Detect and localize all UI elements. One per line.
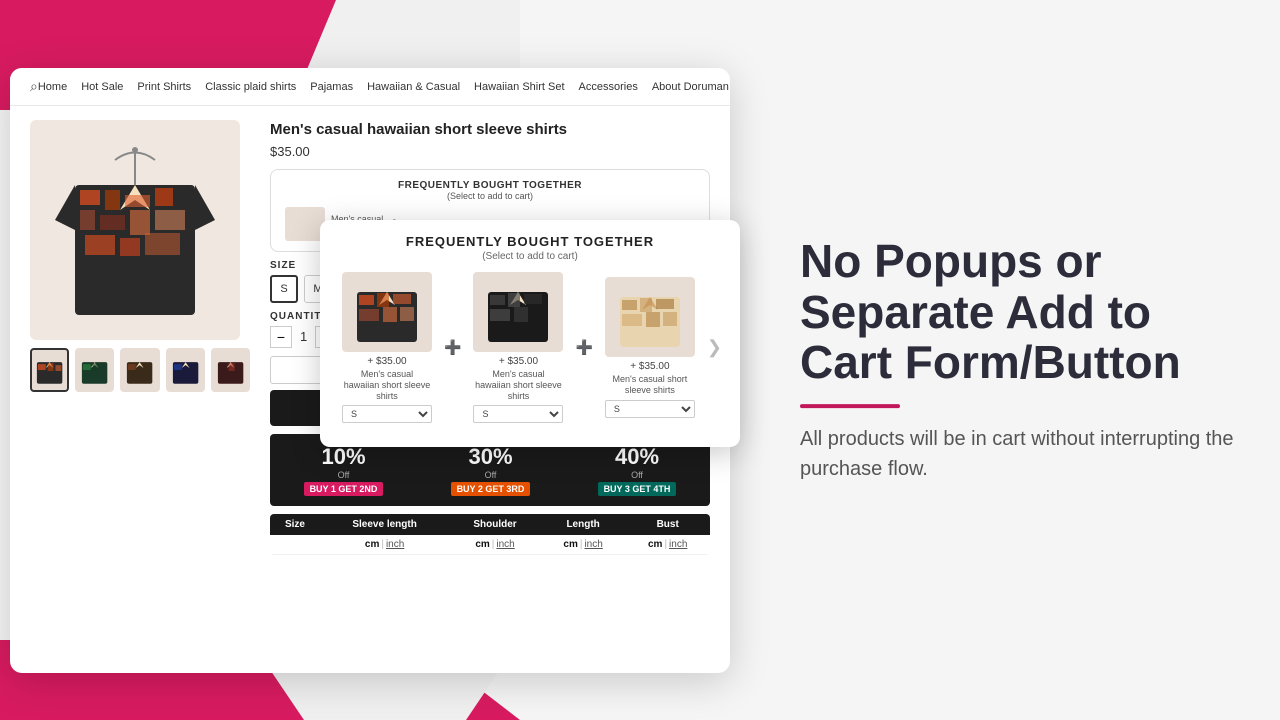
product-price: $35.00 (270, 144, 710, 159)
discount-pct-1: 10% (321, 444, 365, 470)
headline-line1: No Popups or (800, 235, 1102, 287)
fbt-product-name-1: Men's casual hawaiian short sleeve shirt… (342, 369, 432, 401)
fbt-product-size-1[interactable]: SMLXL (342, 405, 432, 423)
fbt-products-row: + $35.00 Men's casual hawaiian short sle… (336, 272, 724, 423)
size-chart-unit-row: cm|inch cm|inch cm|inch cm|inch (270, 535, 710, 555)
fbt-popup-subtitle: (Select to add to cart) (336, 251, 724, 262)
headline-line3: Cart Form/Button (800, 336, 1181, 388)
discount-tag-2: BUY 2 GET 3RD (451, 482, 531, 496)
fbt-back-title: FREQUENTLY BOUGHT TOGETHER (285, 180, 695, 191)
fbt-shirt-1 (347, 277, 427, 347)
discount-tag-1: BUY 1 GET 2ND (304, 482, 384, 496)
discount-pct-2: 30% (468, 444, 512, 470)
inch-link-bust[interactable]: inch (669, 539, 687, 550)
fbt-product-img-2 (473, 272, 563, 352)
fbt-back-subtitle: (Select to add to cart) (285, 191, 695, 201)
quantity-value: 1 (300, 329, 307, 344)
size-chart-unit-empty (270, 535, 320, 555)
main-product-image (30, 120, 240, 340)
fbt-shirt-3 (610, 282, 690, 352)
discount-tag-3: BUY 3 GET 4TH (598, 482, 677, 496)
thumb-2[interactable] (75, 348, 114, 392)
headline: No Popups or Separate Add to Cart Form/B… (800, 236, 1240, 388)
thumb-shirt-3 (122, 352, 157, 388)
fbt-product-size-3[interactable]: SMLXL (605, 400, 695, 418)
size-chart-col-bust: Bust (625, 514, 710, 535)
discount-item-2: 30% Off BUY 2 GET 3RD (443, 440, 539, 500)
quantity-decrease[interactable]: − (270, 326, 292, 348)
discount-off-1: Off (338, 470, 350, 480)
size-chart-unit-bust: cm|inch (625, 535, 710, 555)
fbt-product-img-1 (342, 272, 432, 352)
size-chart-col-sleeve: Sleeve length (320, 514, 449, 535)
fbt-product-price-1: + $35.00 (367, 356, 406, 367)
nav-bar: ⌕ Home Hot Sale Print Shirts Classic pla… (10, 68, 730, 106)
thumb-1[interactable] (30, 348, 69, 392)
size-s[interactable]: S (270, 275, 298, 303)
discount-item-3: 40% Off BUY 3 GET 4TH (590, 440, 685, 500)
nav-icons: ⌕ (30, 78, 38, 95)
thumb-shirt-4 (168, 352, 203, 388)
discount-off-2: Off (485, 470, 497, 480)
size-chart-col-size: Size (270, 514, 320, 535)
fbt-product-img-3 (605, 277, 695, 357)
fbt-product-name-3: Men's casual short sleeve shirts (605, 374, 695, 396)
thumb-3[interactable] (120, 348, 159, 392)
fbt-arrow-2: ➕ (573, 339, 594, 356)
fbt-product-size-2[interactable]: SMLXL (473, 405, 563, 423)
nav-classic-plaid[interactable]: Classic plaid shirts (205, 81, 296, 93)
size-chart: Size Sleeve length Shoulder Length Bust … (270, 514, 710, 555)
discount-pct-3: 40% (615, 444, 659, 470)
size-chart-col-shoulder: Shoulder (449, 514, 541, 535)
inch-link-shoulder[interactable]: inch (496, 539, 514, 550)
fbt-product-3: + $35.00 Men's casual short sleeve shirt… (599, 277, 701, 418)
search-icon[interactable]: ⌕ (30, 78, 38, 95)
size-chart-unit-sleeve: cm|inch (320, 535, 449, 555)
thumb-5[interactable] (211, 348, 250, 392)
fbt-product-2: + $35.00 Men's casual hawaiian short sle… (467, 272, 569, 423)
cm-link-length[interactable]: cm (563, 539, 577, 550)
inch-link-length[interactable]: inch (584, 539, 602, 550)
thumb-4[interactable] (166, 348, 205, 392)
subtext: All products will be in cart without int… (800, 424, 1240, 484)
fbt-product-price-2: + $35.00 (499, 356, 538, 367)
size-chart-col-length: Length (541, 514, 626, 535)
product-images (30, 120, 250, 555)
fbt-popup: FREQUENTLY BOUGHT TOGETHER (Select to ad… (320, 220, 740, 447)
fbt-popup-title: FREQUENTLY BOUGHT TOGETHER (336, 234, 724, 249)
fbt-arrow-1: ➕ (442, 339, 463, 356)
thumb-shirt-1 (32, 352, 67, 388)
nav-about[interactable]: About Doruman (652, 81, 729, 93)
nav-hot-sale[interactable]: Hot Sale (81, 81, 123, 93)
cm-link-sleeve[interactable]: cm (365, 539, 379, 550)
nav-hawaiian-set[interactable]: Hawaiian Shirt Set (474, 81, 565, 93)
nav-pajamas[interactable]: Pajamas (310, 81, 353, 93)
nav-print-shirts[interactable]: Print Shirts (137, 81, 191, 93)
nav-links: Home Hot Sale Print Shirts Classic plaid… (38, 81, 730, 93)
fbt-product-1: + $35.00 Men's casual hawaiian short sle… (336, 272, 438, 423)
cm-link-shoulder[interactable]: cm (475, 539, 489, 550)
size-chart-unit-length: cm|inch (541, 535, 626, 555)
divider-line (800, 404, 900, 408)
nav-hawaiian-casual[interactable]: Hawaiian & Casual (367, 81, 460, 93)
nav-accessories[interactable]: Accessories (579, 81, 638, 93)
cm-link-bust[interactable]: cm (648, 539, 662, 550)
inch-link-sleeve[interactable]: inch (386, 539, 404, 550)
thumb-shirt-2 (77, 352, 112, 388)
shirt-illustration (45, 130, 225, 330)
discount-off-3: Off (631, 470, 643, 480)
fbt-product-price-3: + $35.00 (630, 361, 669, 372)
product-title: Men's casual hawaiian short sleeve shirt… (270, 120, 710, 140)
thumbnail-row (30, 348, 250, 392)
discount-item-1: 10% Off BUY 1 GET 2ND (296, 440, 392, 500)
thumb-shirt-5 (213, 352, 248, 388)
right-panel: No Popups or Separate Add to Cart Form/B… (800, 236, 1240, 484)
headline-line2: Separate Add to (800, 286, 1151, 338)
nav-home[interactable]: Home (38, 81, 67, 93)
size-chart-unit-shoulder: cm|inch (449, 535, 541, 555)
fbt-arrow-next[interactable]: ❯ (705, 337, 724, 358)
fbt-product-name-2: Men's casual hawaiian short sleeve shirt… (473, 369, 563, 401)
fbt-shirt-2 (478, 277, 558, 347)
